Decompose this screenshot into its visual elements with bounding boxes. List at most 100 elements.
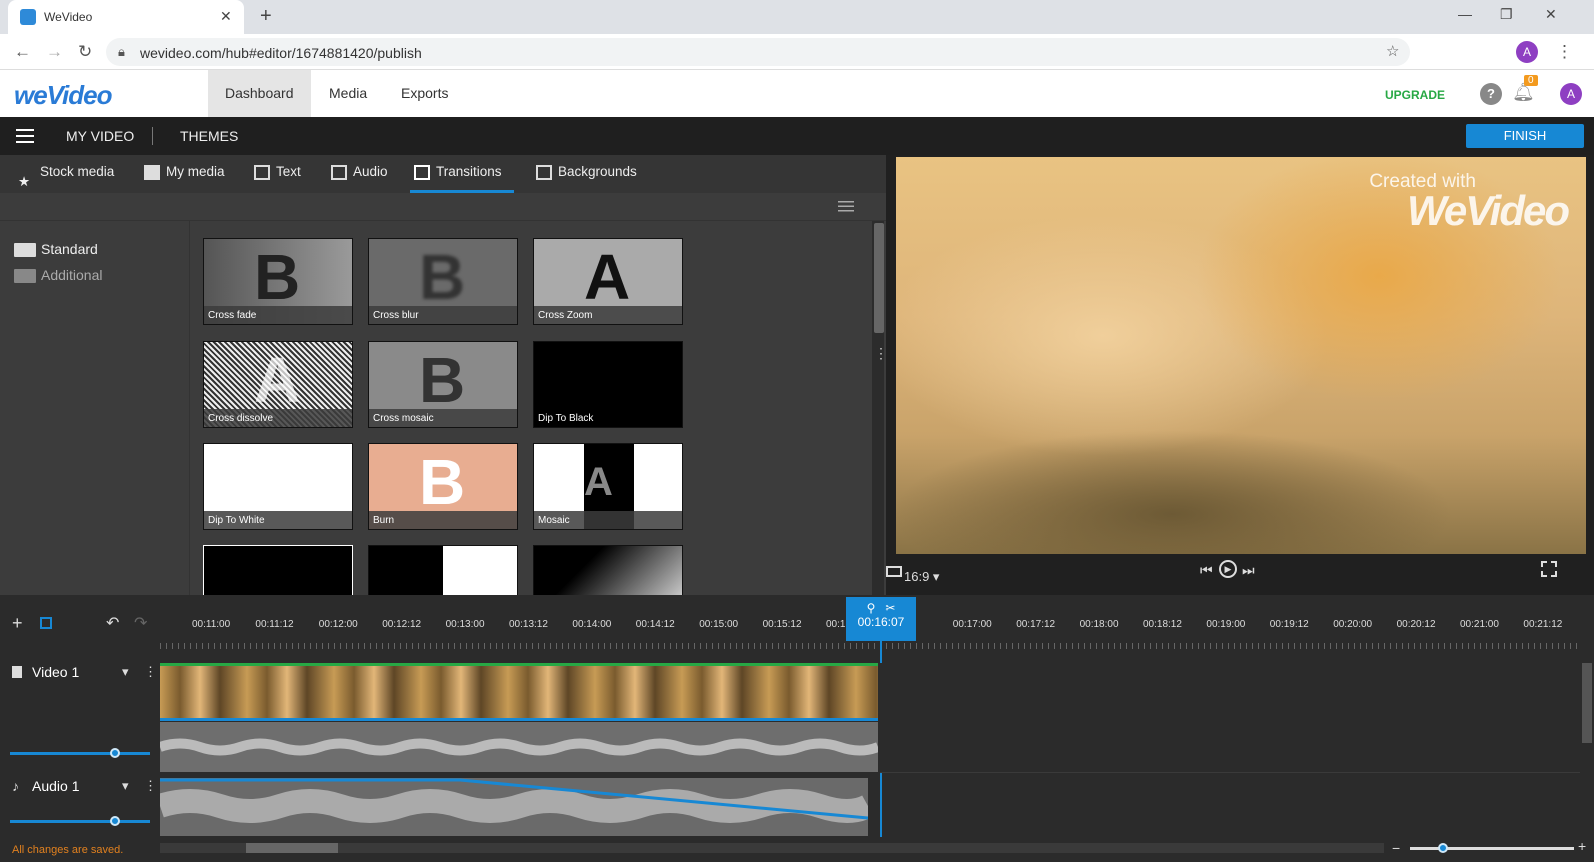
browser-toolbar: ← → ↻ 🔒︎ wevideo.com/hub#editor/16748814… xyxy=(0,34,1594,70)
new-tab-icon[interactable]: + xyxy=(260,5,272,28)
track-menu-icon[interactable]: ⋮ xyxy=(144,778,157,794)
tab-my-media[interactable]: My media xyxy=(140,155,225,193)
tab-audio[interactable]: Audio xyxy=(327,155,388,193)
video-audio-waveform[interactable] xyxy=(160,722,878,772)
redo-icon[interactable]: ↷ xyxy=(134,613,147,633)
transition-tile[interactable]: B Cross fade xyxy=(203,238,353,325)
track-dropdown-icon[interactable]: ▾ xyxy=(122,664,129,680)
ruler-tick-label: 00:15:00 xyxy=(699,619,739,630)
close-window-icon[interactable]: ✕ xyxy=(1545,6,1557,23)
folder-icon xyxy=(144,165,160,180)
track-name[interactable]: Audio 1 xyxy=(32,778,79,794)
track-headers xyxy=(0,648,160,838)
timeline-vscroll[interactable] xyxy=(1582,663,1592,743)
snap-icon[interactable] xyxy=(40,617,52,629)
help-icon[interactable]: ? xyxy=(1480,83,1502,105)
skip-back-icon[interactable]: ⏮ xyxy=(1200,562,1213,579)
volume-knob[interactable] xyxy=(110,816,120,826)
aspect-ratio-selector[interactable]: 16:9 ▾ xyxy=(904,569,939,585)
hamburger-menu-icon[interactable] xyxy=(16,129,34,143)
ruler-tick-label: 00:21:12 xyxy=(1523,619,1563,630)
resize-handle-icon[interactable]: ⋮ xyxy=(874,345,888,362)
transition-tile[interactable] xyxy=(368,545,518,595)
save-status: All changes are saved. xyxy=(12,844,124,856)
play-icon[interactable]: ▶ xyxy=(1219,560,1237,578)
transition-tile[interactable] xyxy=(203,545,353,595)
transition-tile[interactable]: Dip To White xyxy=(203,443,353,530)
category-additional[interactable]: Additional xyxy=(14,267,103,283)
nav-media[interactable]: Media xyxy=(312,70,384,117)
track-menu-icon[interactable]: ⋮ xyxy=(144,664,157,680)
zoom-out-icon[interactable]: − xyxy=(1392,840,1400,856)
tab-transitions[interactable]: Transitions xyxy=(410,155,514,193)
playhead-time: 00:16:07 xyxy=(857,615,905,629)
browser-avatar[interactable]: A xyxy=(1516,41,1538,63)
playhead[interactable]: ⚲ ✂ 00:16:07 xyxy=(846,597,916,641)
ruler-tick-label: 00:13:00 xyxy=(445,619,485,630)
nav-exports[interactable]: Exports xyxy=(384,70,465,117)
timeline-hscroll-thumb[interactable] xyxy=(246,843,338,853)
media-panel: ★ Stock media My media Text Audio Transit… xyxy=(0,155,886,595)
skip-forward-icon[interactable]: ⏭ xyxy=(1242,562,1255,579)
transition-tile[interactable]: B Cross mosaic xyxy=(368,341,518,428)
film-icon xyxy=(12,666,22,678)
wevideo-logo[interactable]: weVideo xyxy=(14,80,113,111)
user-avatar[interactable]: A xyxy=(1560,83,1582,105)
volume-knob[interactable] xyxy=(110,748,120,758)
star-icon[interactable]: ☆ xyxy=(1386,42,1399,60)
ruler-tick-label: 00:17:00 xyxy=(952,619,992,630)
back-icon[interactable]: ← xyxy=(14,42,31,62)
browser-tab[interactable]: WeVideo ✕ xyxy=(8,0,244,34)
divider xyxy=(152,127,153,145)
folder-icon xyxy=(14,269,36,283)
volume-slider[interactable] xyxy=(10,820,150,823)
ruler-tick-label: 00:18:12 xyxy=(1143,619,1182,630)
tab-title: WeVideo xyxy=(44,10,93,24)
volume-slider[interactable] xyxy=(10,752,150,755)
transition-tile[interactable]: A Cross dissolve xyxy=(203,341,353,428)
video-clip[interactable] xyxy=(160,663,878,721)
address-bar[interactable]: 🔒︎ wevideo.com/hub#editor/1674881420/pub… xyxy=(106,38,1410,66)
close-tab-icon[interactable]: ✕ xyxy=(220,8,232,25)
restore-icon[interactable]: ❐ xyxy=(1500,6,1513,23)
category-standard[interactable]: Standard xyxy=(14,241,98,257)
timeline-hscroll[interactable] xyxy=(160,843,1384,853)
browser-menu-icon[interactable]: ⋮ xyxy=(1556,42,1573,62)
finish-button[interactable]: FINISH xyxy=(1466,124,1584,148)
zoom-knob[interactable] xyxy=(1437,843,1448,853)
transition-tile[interactable]: A Mosaic xyxy=(533,443,683,530)
my-video-tab[interactable]: MY VIDEO xyxy=(66,128,134,144)
transition-tile[interactable]: B Burn xyxy=(368,443,518,530)
fullscreen-icon[interactable] xyxy=(1541,561,1557,577)
undo-icon[interactable]: ↶ xyxy=(106,613,119,633)
music-icon xyxy=(331,165,347,180)
zoom-slider[interactable] xyxy=(1410,847,1574,850)
tab-text[interactable]: Text xyxy=(250,155,301,193)
track-dropdown-icon[interactable]: ▾ xyxy=(122,778,129,794)
tab-backgrounds[interactable]: Backgrounds xyxy=(532,155,637,193)
add-track-icon[interactable]: + xyxy=(12,613,23,634)
forward-icon[interactable]: → xyxy=(46,42,63,62)
track-name[interactable]: Video 1 xyxy=(32,664,79,680)
video-preview[interactable]: Created with WeVideo xyxy=(896,157,1586,554)
empty-track-area[interactable] xyxy=(880,663,1580,773)
minimize-icon[interactable]: — xyxy=(1458,6,1472,22)
ruler-tick-label: 00:14:00 xyxy=(572,619,612,630)
transition-tile[interactable]: B Cross blur xyxy=(368,238,518,325)
reload-icon[interactable]: ↻ xyxy=(78,42,92,62)
transition-tile[interactable]: A Cross Zoom xyxy=(533,238,683,325)
transition-tile[interactable]: Dip To Black xyxy=(533,341,683,428)
marker-scissors-icons[interactable]: ⚲ ✂ xyxy=(846,597,916,615)
nav-dashboard[interactable]: Dashboard xyxy=(208,70,311,117)
ruler-tick-label: 00:20:00 xyxy=(1333,619,1373,630)
ruler-tick-label: 00:17:12 xyxy=(1016,619,1056,630)
tab-stock-media[interactable]: ★ Stock media xyxy=(14,155,114,193)
grid-scroll-thumb[interactable] xyxy=(874,223,884,333)
upgrade-link[interactable]: UPGRADE xyxy=(1385,88,1445,102)
themes-tab[interactable]: THEMES xyxy=(180,128,238,144)
transition-tile[interactable] xyxy=(533,545,683,595)
list-view-icon[interactable] xyxy=(838,201,854,212)
audio-clip[interactable] xyxy=(160,778,868,836)
text-icon xyxy=(254,165,270,180)
zoom-in-icon[interactable]: + xyxy=(1578,838,1586,854)
